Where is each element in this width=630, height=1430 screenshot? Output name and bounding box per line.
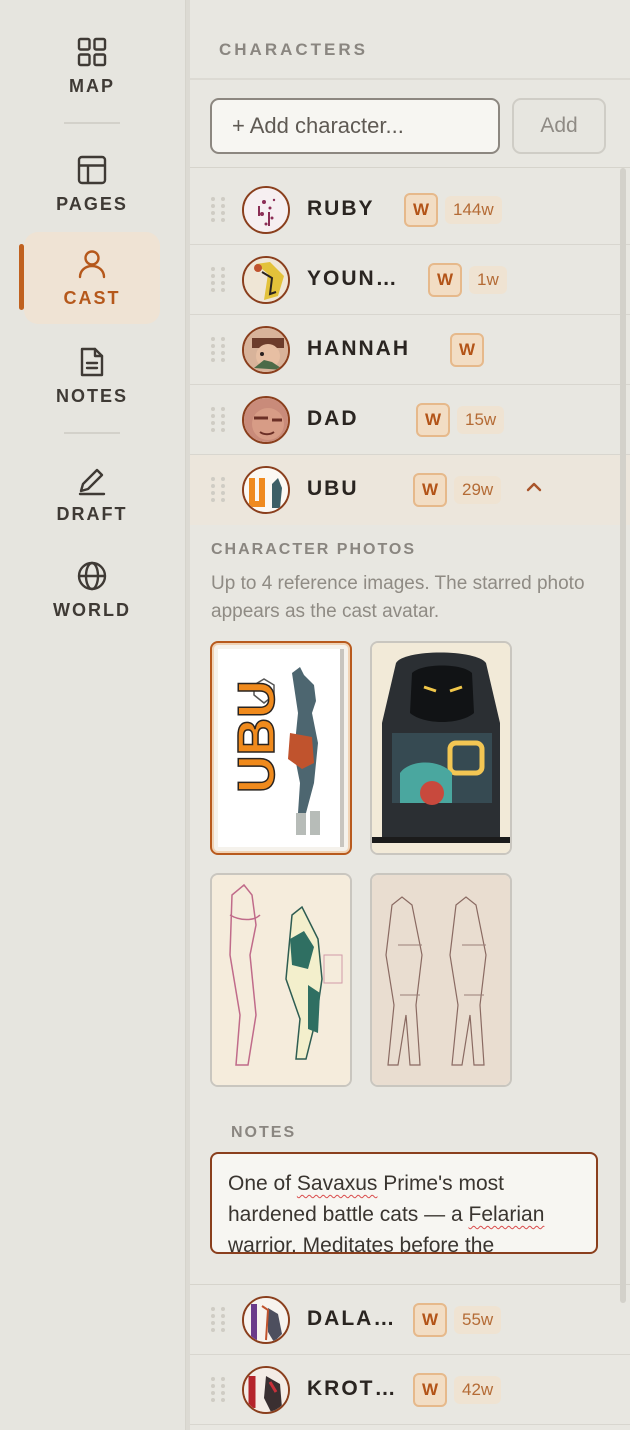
- notes-textarea[interactable]: One of Savaxus Prime's most hardened bat…: [210, 1152, 598, 1254]
- nav-item-pages[interactable]: PAGES: [24, 152, 160, 242]
- character-row-ruby[interactable]: RUBY W 144w: [190, 175, 630, 245]
- nav-label-cast: CAST: [63, 288, 121, 308]
- photo-1-starred[interactable]: UBU: [210, 641, 352, 855]
- word-badge[interactable]: W: [413, 1373, 447, 1407]
- notes-text-misspelled: Felarian: [468, 1203, 545, 1226]
- avatar: [242, 326, 290, 374]
- drag-handle-icon[interactable]: [211, 337, 227, 363]
- notes-text: One of: [228, 1172, 297, 1195]
- character-name: KROT…: [307, 1377, 398, 1400]
- word-count: 29w: [454, 476, 502, 504]
- nav-item-draft[interactable]: DRAFT: [24, 462, 160, 552]
- add-character-input[interactable]: [210, 98, 500, 154]
- character-name: UBU: [307, 477, 359, 500]
- nav-label-pages: PAGES: [56, 194, 128, 214]
- section-title: CHARACTERS: [219, 40, 368, 59]
- character-row-ubu[interactable]: UBU W 29w: [190, 455, 630, 525]
- photo-3[interactable]: [210, 873, 352, 1087]
- photos-title: CHARACTER PHOTOS: [211, 541, 417, 558]
- avatar: [242, 1366, 290, 1414]
- character-name: DALA…: [307, 1307, 397, 1330]
- nav-label-map: MAP: [69, 76, 115, 96]
- word-badge[interactable]: W: [404, 193, 438, 227]
- nav-item-cast[interactable]: CAST: [24, 232, 160, 324]
- notes-text-misspelled: Savaxus: [296, 1172, 378, 1195]
- character-name: DAD: [307, 407, 359, 430]
- character-row-krot[interactable]: KROT… W 42w: [190, 1355, 630, 1425]
- nav-label-world: WORLD: [53, 600, 131, 620]
- photos-description: Up to 4 reference images. The starred ph…: [211, 573, 585, 622]
- drag-handle-icon[interactable]: [211, 407, 227, 433]
- word-badge[interactable]: W: [450, 333, 484, 367]
- person-icon: [74, 246, 110, 282]
- drag-handle-icon[interactable]: [211, 1377, 227, 1403]
- add-character-button[interactable]: Add: [512, 98, 606, 154]
- document-icon: [74, 344, 110, 380]
- character-name: YOUN…: [307, 267, 399, 290]
- scrollbar[interactable]: [620, 168, 626, 1303]
- character-name: RUBY: [307, 197, 375, 220]
- avatar: [242, 396, 290, 444]
- drag-handle-icon[interactable]: [211, 197, 227, 223]
- divider: [190, 78, 630, 80]
- word-count: 144w: [445, 196, 502, 224]
- notes-text: warrior. Meditates before the: [228, 1234, 495, 1254]
- word-count: 15w: [457, 406, 505, 434]
- divider: [190, 167, 630, 168]
- globe-icon: [74, 558, 110, 594]
- word-badge[interactable]: W: [413, 1303, 447, 1337]
- drag-handle-icon[interactable]: [211, 477, 227, 503]
- layout-icon: [74, 152, 110, 188]
- drag-handle-icon[interactable]: [211, 1307, 227, 1333]
- word-count: 55w: [454, 1306, 502, 1334]
- avatar: [242, 466, 290, 514]
- word-count: 1w: [469, 266, 507, 294]
- character-name: HANNAH: [307, 337, 410, 360]
- word-badge[interactable]: W: [428, 263, 462, 297]
- nav-divider: [64, 122, 120, 124]
- character-row-young[interactable]: YOUN… W 1w: [190, 245, 630, 315]
- photo-logo-text: UBU: [228, 680, 286, 793]
- nav-item-map[interactable]: MAP: [24, 34, 160, 124]
- pencil-icon: [74, 462, 110, 498]
- nav-label-draft: DRAFT: [56, 504, 128, 524]
- notes-title: NOTES: [231, 1124, 297, 1141]
- nav-divider: [64, 432, 120, 434]
- word-count: 42w: [454, 1376, 502, 1404]
- avatar: [242, 256, 290, 304]
- nav-item-notes[interactable]: NOTES: [24, 344, 160, 434]
- word-badge[interactable]: W: [416, 403, 450, 437]
- characters-panel: CHARACTERS Add RUBY W 144w YOUN… W 1w HA…: [190, 0, 630, 1430]
- drag-handle-icon[interactable]: [211, 267, 227, 293]
- nav-label-notes: NOTES: [55, 386, 128, 406]
- nav-item-world[interactable]: WORLD: [24, 558, 160, 648]
- character-row-dala[interactable]: DALA… W 55w: [190, 1285, 630, 1355]
- word-badge[interactable]: W: [413, 473, 447, 507]
- grid-icon: [74, 34, 110, 70]
- chevron-up-icon[interactable]: [524, 477, 544, 497]
- character-row-hannah[interactable]: HANNAH W: [190, 315, 630, 385]
- avatar: [242, 1296, 290, 1344]
- character-row-dad[interactable]: DAD W 15w: [190, 385, 630, 455]
- avatar: [242, 186, 290, 234]
- side-nav: MAP PAGES CAST NOTES DRAFT WORLD: [0, 0, 186, 1430]
- photo-2[interactable]: [370, 641, 512, 855]
- photo-4[interactable]: [370, 873, 512, 1087]
